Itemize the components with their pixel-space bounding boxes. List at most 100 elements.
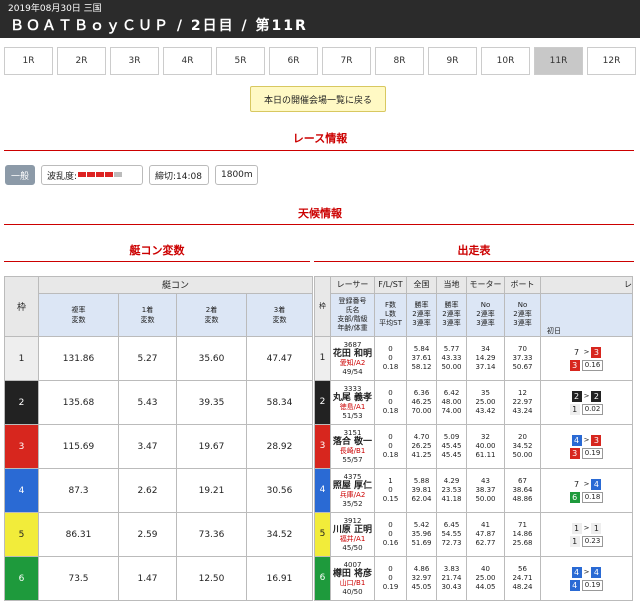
stat-value: 71: [518, 521, 527, 529]
stat-value: 0: [388, 354, 393, 362]
wave-label: 波乱度:: [47, 171, 78, 182]
tab-4r[interactable]: 4R: [163, 47, 212, 75]
value-cell: 86.31: [38, 512, 119, 557]
stat-value: 54.55: [441, 530, 462, 538]
tab-8r[interactable]: 8R: [375, 47, 424, 75]
subcol-motor: No 2連率 3連率: [466, 292, 505, 338]
stat-value: 20: [518, 433, 527, 441]
divider: [4, 150, 634, 151]
racer-age: 40/50: [342, 587, 363, 596]
result-course: 1: [571, 522, 582, 534]
col-header: 1着 変数: [118, 292, 177, 338]
frame-cell: 1: [314, 336, 331, 381]
value-cell: 135.68: [38, 380, 119, 425]
stat-value: 62.04: [411, 495, 432, 503]
wave-bar: [114, 172, 123, 177]
racer-cell[interactable]: 3151 落合 敬一 長崎/B1 55/57: [330, 424, 375, 469]
tab-11r[interactable]: 11R: [534, 47, 583, 75]
tab-9r[interactable]: 9R: [428, 47, 477, 75]
tab-6r[interactable]: 6R: [269, 47, 318, 75]
stat-value: 43.33: [441, 354, 462, 362]
frame-cell: 6: [4, 556, 39, 601]
tab-3r[interactable]: 3R: [110, 47, 159, 75]
stat-value: 0: [388, 389, 393, 397]
tab-7r[interactable]: 7R: [322, 47, 371, 75]
racer-age: 49/54: [342, 367, 363, 376]
race-title: ＢＯＡＴＢｏｙＣＵＰ / 2日目 / 第11R: [10, 18, 308, 34]
stat-value: 0: [388, 565, 393, 573]
stat-value: 50.00: [475, 495, 496, 503]
stat-value: 6.45: [443, 521, 460, 529]
result-rank: 2: [591, 390, 602, 402]
stat-value: 61.11: [475, 451, 496, 459]
result-rank: 3: [591, 346, 602, 358]
result-course: 4: [569, 579, 580, 591]
wave-bar: [78, 172, 87, 177]
table-row: 4 4375 照屋 厚仁 兵庫/A2 35/52 1 0 0.15 5.88 39.81 6…: [314, 468, 633, 513]
stat-value: 41.18: [441, 495, 462, 503]
back-to-venues-button[interactable]: 本日の開催会場一覧に戻る: [250, 86, 386, 112]
value-cell: 5.43: [118, 380, 177, 425]
stat-value: 25.00: [475, 574, 496, 582]
racer-name[interactable]: 丸尾 義孝: [331, 393, 374, 403]
stat-value: 22.97: [512, 398, 533, 406]
tab-12r[interactable]: 12R: [587, 47, 636, 75]
stat-value: 0: [388, 398, 393, 406]
tab-1r[interactable]: 1R: [4, 47, 53, 75]
racer-name[interactable]: 川原 正明: [331, 525, 374, 535]
stat-value: 32.97: [411, 574, 432, 582]
stat-value: 39.81: [411, 486, 432, 494]
racer-cell[interactable]: 3912 川原 正明 福井/A1 45/50: [330, 512, 375, 557]
racer-cell[interactable]: 3333 丸尾 義孝 徳島/A1 51/53: [330, 380, 375, 425]
stat-value: 37.61: [411, 354, 432, 362]
stat-value: 51.69: [411, 539, 432, 547]
stat-value: 0: [388, 345, 393, 353]
racer-branch: 兵庫/A2: [339, 490, 366, 499]
col-motor: モーター: [466, 276, 505, 294]
value-cell: 131.86: [38, 336, 119, 381]
results-cell: 2 > 2 1 0.02: [540, 380, 633, 425]
arrow-icon: >: [583, 435, 590, 444]
frame-cell: 5: [314, 512, 331, 557]
tab-10r[interactable]: 10R: [481, 47, 530, 75]
stat-value: 4.70: [413, 433, 430, 441]
stat-value: 48.86: [512, 495, 533, 503]
racer-cell[interactable]: 3687 花田 和明 愛知/A2 49/54: [330, 336, 375, 381]
stat-value: 30.43: [441, 583, 462, 591]
tab-5r[interactable]: 5R: [216, 47, 265, 75]
racer-name[interactable]: 照屋 厚仁: [331, 481, 374, 491]
stat-value: 0: [388, 530, 393, 538]
racer-name[interactable]: 花田 和明: [331, 349, 374, 359]
grade-badge: 一般: [5, 165, 35, 185]
col-racer: レーサー: [330, 276, 375, 294]
racer-branch: 福井/A1: [339, 534, 366, 543]
racer-cell[interactable]: 4375 照屋 厚仁 兵庫/A2 35/52: [330, 468, 375, 513]
result-course: 6: [569, 491, 580, 503]
stat-value: 14.29: [475, 354, 496, 362]
result-rank: 3: [591, 434, 602, 446]
racer-cell[interactable]: 4007 樽田 将彦 山口/B1 40/50: [330, 556, 375, 601]
stat-value: 50.00: [512, 451, 533, 459]
subcol-national: 勝率 2連率 3連率: [406, 292, 437, 338]
stat-value: 5.09: [443, 433, 460, 441]
results-cell: 7 > 3 3 0.16: [540, 336, 633, 381]
result-st: 0.16: [581, 359, 604, 371]
value-cell: 16.91: [246, 556, 313, 601]
divider: [4, 261, 310, 262]
racer-name[interactable]: 樽田 将彦: [331, 569, 374, 579]
stat-value: 14.86: [512, 530, 533, 538]
weather-heading: 天候情報: [298, 207, 342, 220]
value-cell: 1.47: [118, 556, 177, 601]
stat-value: 48.00: [441, 398, 462, 406]
table-row: 5 86.31 2.59 73.36 34.52: [4, 512, 313, 557]
result-course: 4: [571, 566, 582, 578]
subcol-local: 勝率 2連率 3連率: [436, 292, 467, 338]
racer-name[interactable]: 落合 敬一: [331, 437, 374, 447]
tab-2r[interactable]: 2R: [57, 47, 106, 75]
frame-cell: 3: [4, 424, 39, 469]
col-frame: 枠: [314, 276, 331, 337]
stat-value: 43: [481, 477, 490, 485]
value-cell: 87.3: [38, 468, 119, 513]
table-row: 3 115.69 3.47 19.67 28.92: [4, 424, 313, 469]
frame-cell: 2: [4, 380, 39, 425]
